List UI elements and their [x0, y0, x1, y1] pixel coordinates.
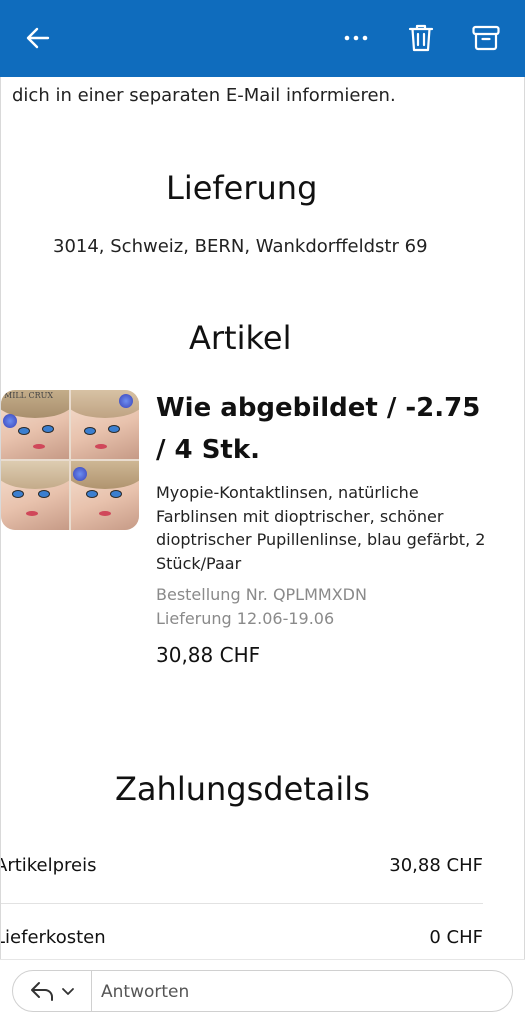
chevron-down-icon — [62, 988, 74, 995]
payment-heading: Zahlungsdetails — [115, 770, 370, 808]
email-body: dich in einer separaten E-Mail informier… — [0, 77, 525, 959]
product-description: Myopie-Kontaktlinsen, natürliche Farblin… — [156, 483, 486, 573]
reply-separator — [91, 971, 92, 1011]
delete-button[interactable] — [401, 18, 441, 58]
delivery-heading: Lieferung — [166, 169, 318, 207]
reply-icon — [31, 982, 53, 1001]
product-photo-tile — [1, 461, 69, 530]
payment-row-value: 30,88 CHF — [389, 855, 483, 876]
payment-row-value: 0 CHF — [429, 927, 483, 948]
payment-divider — [1, 903, 483, 904]
product-brand-mark: MILL CRUX — [4, 391, 54, 400]
payment-row-label: Artikelpreis — [0, 855, 97, 876]
more-options-button[interactable] — [336, 18, 376, 58]
delivery-window: Lieferung 12.06-19.06 — [156, 609, 335, 628]
trash-icon — [408, 24, 434, 52]
arrow-left-icon — [26, 27, 50, 49]
product-photo-tile — [71, 390, 139, 459]
order-number: Bestellung Nr. QPLMMXDN — [156, 585, 367, 604]
items-heading: Artikel — [189, 319, 292, 357]
more-horizontal-icon — [344, 35, 368, 41]
back-button[interactable] — [18, 18, 58, 58]
product-title[interactable]: Wie abgebildet / -2.75 / 4 Stk. — [156, 387, 496, 471]
archive-icon — [472, 25, 500, 51]
product-price: 30,88 CHF — [156, 643, 261, 667]
reply-input[interactable] — [99, 975, 503, 1009]
intro-text: dich in einer separaten E-Mail informier… — [12, 85, 396, 106]
reply-footer — [0, 959, 525, 1024]
product-image[interactable]: MILL CRUX — [1, 390, 139, 530]
product-photo-tile — [1, 390, 69, 459]
product-photo-tile — [71, 461, 139, 530]
payment-row-label: Lieferkosten — [0, 927, 106, 948]
delivery-address: 3014, Schweiz, BERN, Wankdorffeldstr 69 — [53, 236, 428, 257]
reply-box — [12, 970, 513, 1012]
archive-button[interactable] — [466, 18, 506, 58]
reply-options-button[interactable] — [13, 971, 91, 1011]
top-app-bar — [0, 0, 525, 77]
